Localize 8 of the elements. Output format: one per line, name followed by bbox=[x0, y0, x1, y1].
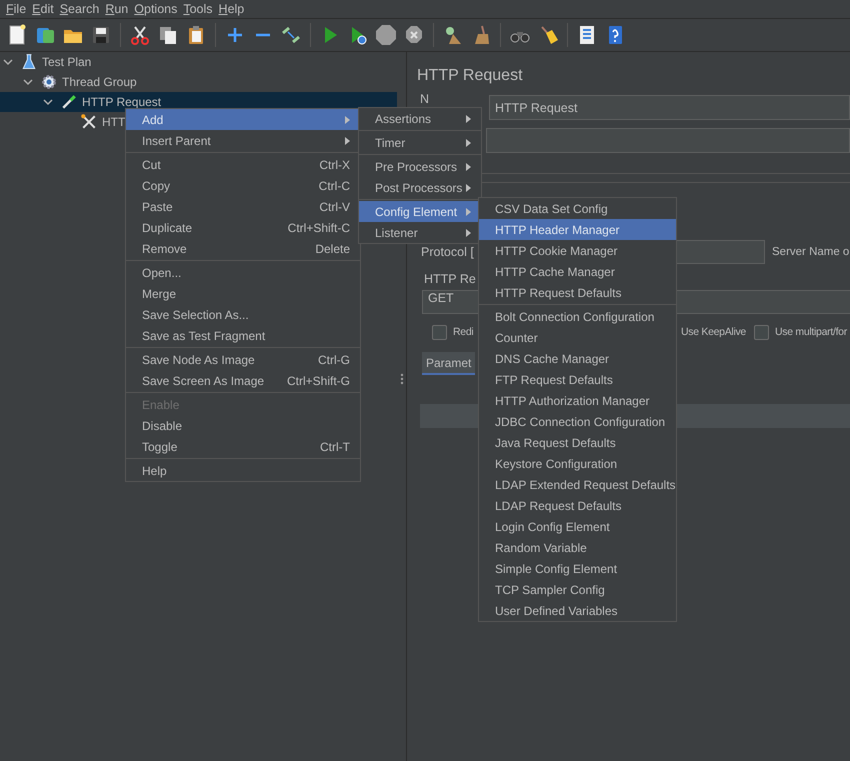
field-label: Server Name o bbox=[772, 246, 850, 258]
field-label: N bbox=[420, 94, 430, 105]
field-label: Protocol [ bbox=[421, 245, 474, 259]
checkbox-label: Redi bbox=[453, 326, 474, 338]
group-title: HTTP Re bbox=[424, 271, 476, 287]
checkbox-label: Use multipart/for bbox=[775, 326, 847, 338]
checkbox-label: Use KeepAlive bbox=[681, 326, 746, 338]
panel-title: HTTP Request bbox=[417, 66, 524, 86]
